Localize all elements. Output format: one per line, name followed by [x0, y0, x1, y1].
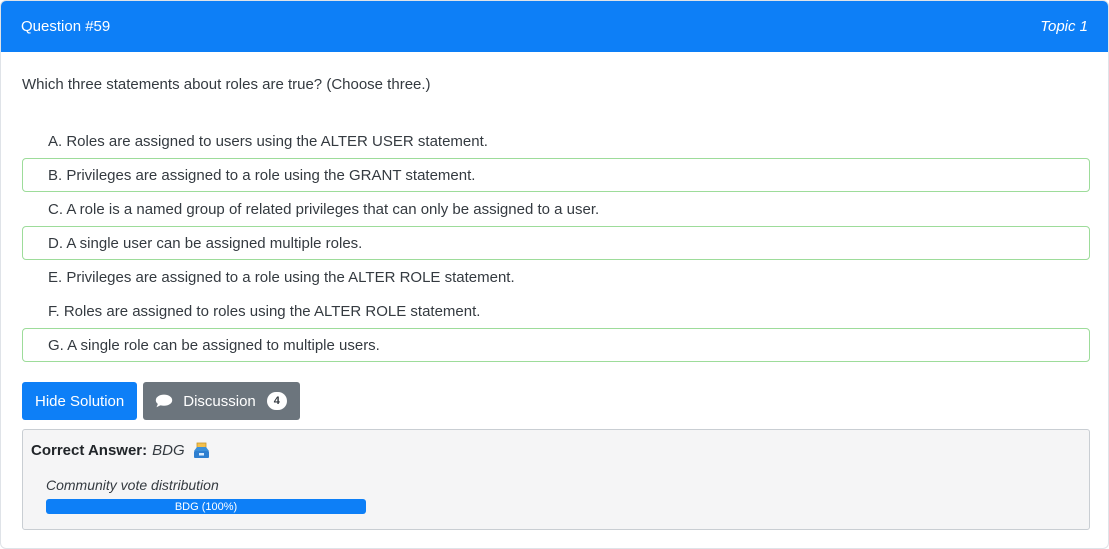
- discussion-count-badge: 4: [266, 392, 287, 410]
- answer-box: Correct Answer: BDG Community vote distr…: [22, 429, 1090, 530]
- question-card: Question #59 Topic 1 Which three stateme…: [0, 0, 1109, 549]
- choice-g[interactable]: G. A single role can be assigned to mult…: [22, 328, 1090, 362]
- choice-f[interactable]: F. Roles are assigned to roles using the…: [22, 294, 1090, 328]
- choice-c[interactable]: C. A role is a named group of related pr…: [22, 192, 1090, 226]
- hide-solution-label: Hide Solution: [35, 392, 125, 410]
- question-number: Question #59: [21, 18, 111, 35]
- vote-distribution-title: Community vote distribution: [46, 477, 219, 493]
- choice-e[interactable]: E. Privileges are assigned to a role usi…: [22, 260, 1090, 294]
- choice-d[interactable]: D. A single user can be assigned multipl…: [22, 226, 1090, 260]
- discussion-label: Discussion: [183, 392, 256, 410]
- question-text: Which three statements about roles are t…: [22, 76, 431, 93]
- inbox-tray-icon[interactable]: [193, 442, 210, 459]
- choice-a[interactable]: A. Roles are assigned to users using the…: [22, 124, 1090, 158]
- question-header: Question #59 Topic 1: [1, 1, 1108, 52]
- choice-b[interactable]: B. Privileges are assigned to a role usi…: [22, 158, 1090, 192]
- discussion-button[interactable]: Discussion 4: [143, 382, 300, 420]
- hide-solution-button[interactable]: Hide Solution: [22, 382, 138, 420]
- action-buttons: Hide Solution Discussion 4: [22, 382, 300, 420]
- correct-answer-value: BDG: [152, 442, 185, 459]
- chat-bubble-icon: [156, 394, 173, 408]
- choices-list: A. Roles are assigned to users using the…: [22, 124, 1090, 362]
- vote-progress-fill: BDG (100%): [46, 499, 366, 514]
- vote-progress-bar: BDG (100%): [46, 499, 366, 514]
- vote-progress-label: BDG (100%): [174, 500, 238, 513]
- topic-label: Topic 1: [1040, 18, 1088, 35]
- correct-answer-line: Correct Answer: BDG: [31, 442, 210, 459]
- correct-answer-label: Correct Answer:: [31, 442, 148, 459]
